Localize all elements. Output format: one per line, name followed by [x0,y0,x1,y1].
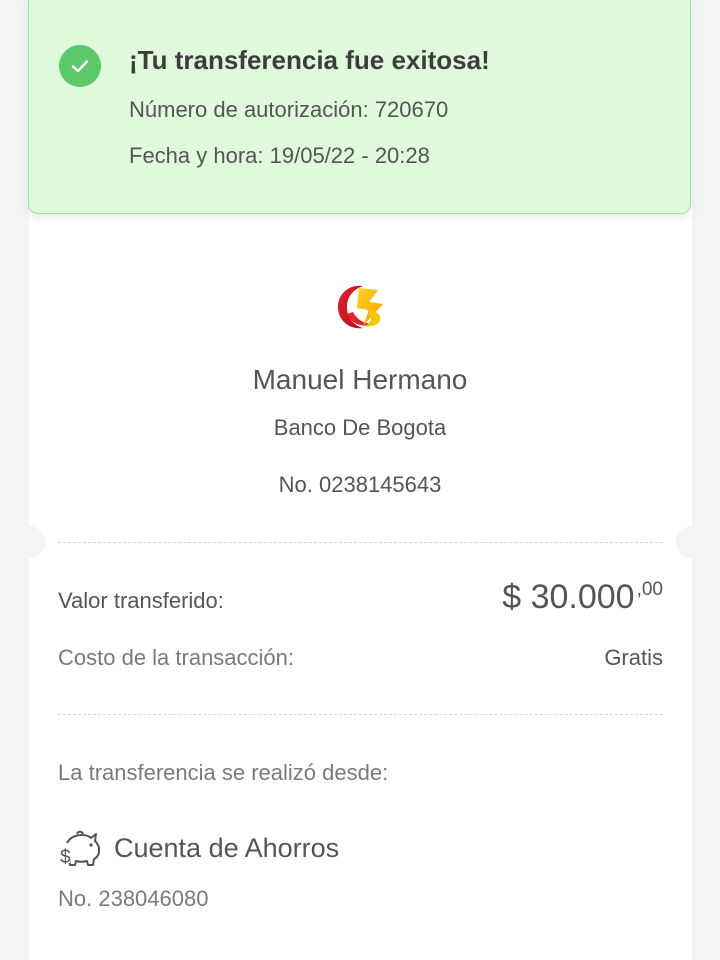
origin-account-type: Cuenta de Ahorros [114,833,340,863]
svg-text:$: $ [60,847,71,868]
recipient-account-number: No. 0238145643 [278,472,442,497]
cost-label: Costo de la transacción: [58,645,295,670]
cost-value: Gratis [604,645,663,670]
success-banner: ¡Tu transferencia fue exitosa! Número de… [28,0,691,214]
check-icon [59,45,101,87]
bank-logo [333,280,387,334]
amount-value: $ 30.000,00 [502,578,663,617]
authorization-number: Número de autorización: 720670 [129,97,449,122]
amount-main: $ 30.000 [502,578,635,616]
success-title: ¡Tu transferencia fue exitosa! [129,45,490,75]
amount-cents: ,00 [636,579,663,600]
dashed-divider [58,542,663,543]
amount-label: Valor transferido: [58,588,224,613]
piggy-bank-icon: $ [58,828,102,870]
transaction-datetime: Fecha y hora: 19/05/22 - 20:28 [129,143,430,168]
recipient-name: Manuel Hermano [252,364,468,395]
receipt-notch-right [676,526,708,558]
dashed-divider [58,714,663,715]
origin-label: La transferencia se realizó desde: [58,760,389,785]
origin-account-number: No. 238046080 [58,886,209,911]
receipt-notch-left [13,526,45,558]
recipient-bank: Banco De Bogota [273,415,447,440]
